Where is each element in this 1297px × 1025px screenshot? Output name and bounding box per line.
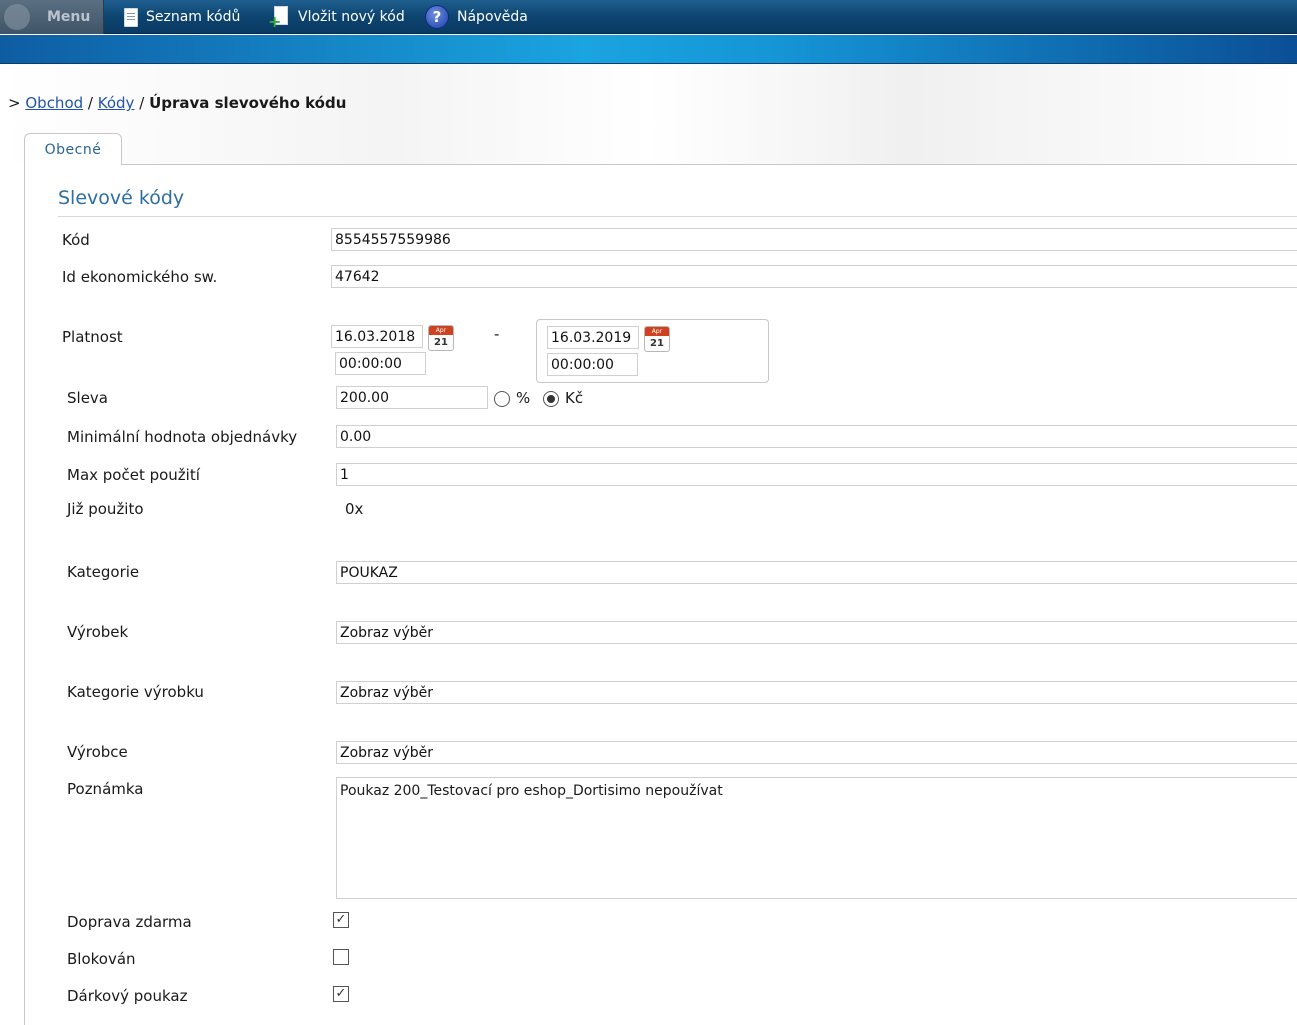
product-category-select[interactable]: Zobraz výběr <box>336 681 1297 704</box>
discount-kc-label: Kč <box>565 389 584 407</box>
breadcrumb-separator: / <box>139 94 145 112</box>
note-label: Poznámka <box>67 780 144 798</box>
discount-input[interactable]: 200.00 <box>336 386 488 409</box>
menu-button-label: Menu <box>47 9 91 25</box>
max-uses-input[interactable]: 1 <box>336 463 1297 486</box>
validity-dash: - <box>494 325 500 343</box>
toolbar-item-insert-code[interactable]: + Vložit nový kód <box>268 0 405 34</box>
breadcrumb-separator: / <box>87 94 93 112</box>
breadcrumb-link-obchod[interactable]: Obchod <box>25 94 83 112</box>
top-menu-bar: Menu Seznam kódů + Vložit nový kód ? Náp… <box>0 0 1297 34</box>
new-document-icon: + <box>268 6 290 30</box>
breadcrumb: > Obchod / Kódy / Úprava slevového kódu <box>8 94 346 112</box>
breadcrumb-link-kody[interactable]: Kódy <box>98 94 135 112</box>
toolbar-item-code-list[interactable]: Seznam kódů <box>124 0 240 34</box>
section-title: Slevové kódy <box>58 187 185 209</box>
category-input[interactable]: POUKAZ <box>336 561 1297 584</box>
toolbar-item-label: Vložit nový kód <box>298 9 405 25</box>
free-shipping-label: Doprava zdarma <box>67 913 192 931</box>
validity-to-time-input[interactable]: 00:00:00 <box>547 353 638 376</box>
discount-kc-radio[interactable] <box>543 391 559 407</box>
product-category-label: Kategorie výrobku <box>67 683 204 701</box>
product-select[interactable]: Zobraz výběr <box>336 621 1297 644</box>
breadcrumb-current: Úprava slevového kódu <box>149 94 347 112</box>
product-label: Výrobek <box>67 623 129 641</box>
validity-label: Platnost <box>62 328 123 346</box>
blocked-checkbox[interactable] <box>333 949 349 965</box>
help-icon: ? <box>425 5 449 29</box>
code-input[interactable]: 8554557559986 <box>331 228 1297 251</box>
manufacturer-select[interactable]: Zobraz výběr <box>336 741 1297 764</box>
menu-button[interactable]: Menu <box>0 0 104 34</box>
discount-label: Sleva <box>67 389 108 407</box>
calendar-icon[interactable]: Apr 21 <box>428 325 454 351</box>
header-background <box>0 64 1297 164</box>
min-order-value-label: Minimální hodnota objednávky <box>67 428 298 446</box>
validity-to-date-input[interactable]: 16.03.2019 <box>547 326 639 349</box>
economic-sw-id-input[interactable]: 47642 <box>331 265 1297 288</box>
toolbar-item-label: Nápověda <box>457 9 528 25</box>
blocked-label: Blokován <box>67 950 136 968</box>
toolbar-item-help[interactable]: ? Nápověda <box>425 0 528 34</box>
document-icon <box>124 7 138 27</box>
header-strip <box>0 35 1297 64</box>
breadcrumb-prefix: > <box>8 94 21 112</box>
gift-voucher-checkbox[interactable]: ✓ <box>333 986 349 1002</box>
category-label: Kategorie <box>67 563 140 581</box>
max-uses-label: Max počet použití <box>67 466 200 484</box>
free-shipping-checkbox[interactable]: ✓ <box>333 912 349 928</box>
discount-percent-label: % <box>516 389 531 407</box>
toolbar-item-label: Seznam kódů <box>146 9 241 25</box>
calendar-icon[interactable]: Apr 21 <box>644 326 670 352</box>
economic-sw-id-label: Id ekonomického sw. <box>62 268 218 286</box>
section-divider <box>58 216 1297 217</box>
already-used-value: 0x <box>345 500 364 518</box>
min-order-value-input[interactable]: 0.00 <box>336 425 1297 448</box>
already-used-label: Již použito <box>67 500 144 518</box>
gear-icon <box>4 4 30 30</box>
gift-voucher-label: Dárkový poukaz <box>67 987 188 1005</box>
code-label: Kód <box>62 231 90 249</box>
manufacturer-label: Výrobce <box>67 743 128 761</box>
tab-obecne[interactable]: Obecné <box>24 133 122 165</box>
validity-from-time-input[interactable]: 00:00:00 <box>335 352 426 375</box>
discount-percent-radio[interactable] <box>494 391 510 407</box>
validity-from-date-input[interactable]: 16.03.2018 <box>331 325 423 348</box>
note-textarea[interactable]: Poukaz 200_Testovací pro eshop_Dortisimo… <box>336 777 1297 899</box>
